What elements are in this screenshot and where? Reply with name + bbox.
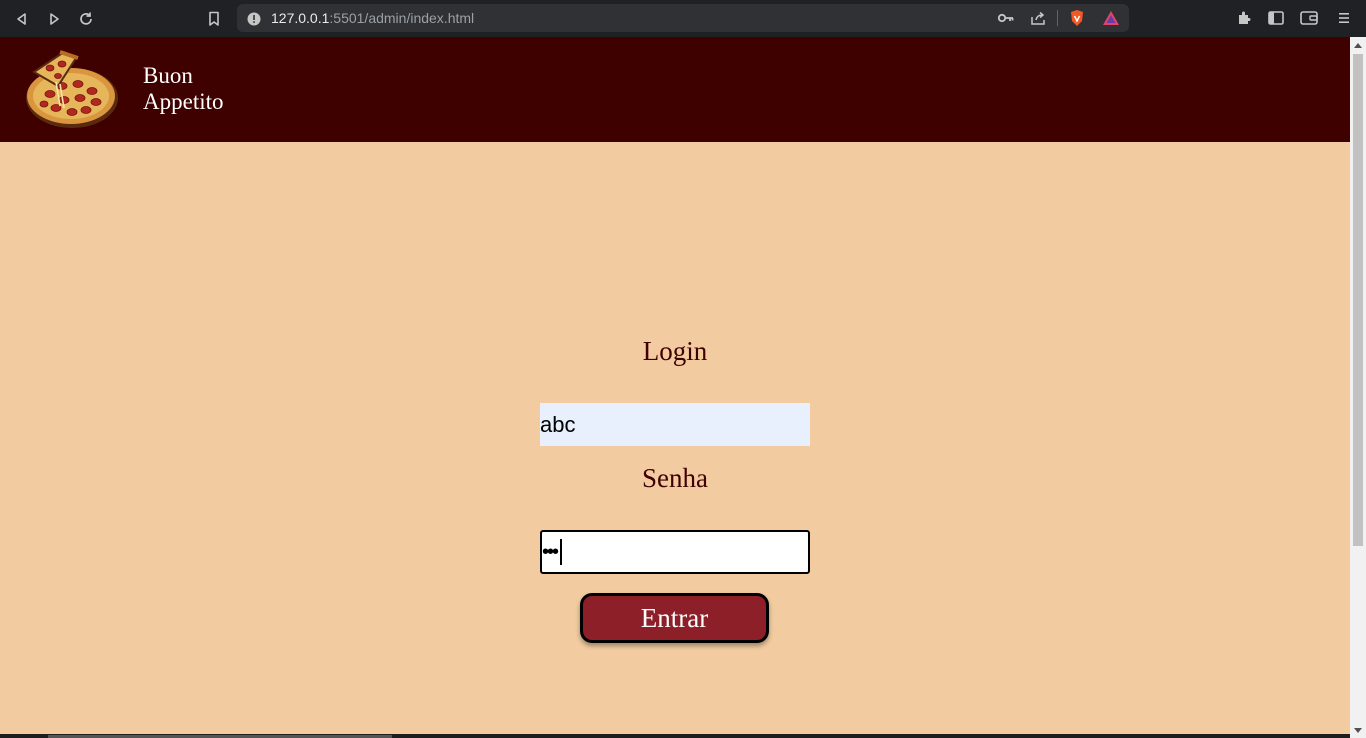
login-label: Login — [642, 336, 708, 366]
senha-input[interactable]: ••• — [540, 530, 810, 574]
reload-icon[interactable] — [75, 8, 97, 30]
address-bar[interactable]: 127.0.0.1:5501/admin/index.html — [237, 4, 1129, 32]
scroll-up-arrow-icon[interactable] — [1350, 37, 1366, 53]
scroll-thumb[interactable] — [1353, 54, 1363, 546]
site-header: Buon Appetito — [0, 37, 1350, 142]
url-text[interactable]: 127.0.0.1:5501/admin/index.html — [271, 10, 474, 26]
scroll-down-arrow-icon[interactable] — [1350, 722, 1366, 738]
back-icon[interactable] — [11, 8, 33, 30]
login-input-value: abc — [540, 411, 576, 437]
text-caret — [560, 539, 563, 565]
url-host: 127.0.0.1 — [271, 10, 330, 26]
brand-name[interactable]: Buon Appetito — [143, 63, 224, 115]
info-icon[interactable] — [247, 11, 261, 30]
browser-toolbar: 127.0.0.1:5501/admin/index.html — [0, 0, 1366, 37]
bookmark-icon[interactable] — [203, 8, 225, 30]
submit-button[interactable]: Entrar — [580, 593, 769, 643]
extensions-icon[interactable] — [1234, 8, 1254, 28]
page-scrollbar[interactable] — [1350, 37, 1366, 738]
login-input[interactable]: abc — [540, 403, 810, 446]
brand-line-2: Appetito — [143, 89, 224, 114]
key-icon[interactable] — [997, 9, 1015, 27]
senha-label: Senha — [642, 463, 708, 493]
sidebar-icon[interactable] — [1266, 8, 1286, 28]
bottom-strip — [0, 734, 1350, 738]
forward-icon[interactable] — [43, 8, 65, 30]
menu-icon[interactable] — [1334, 8, 1354, 28]
url-path: :5501/admin/index.html — [329, 10, 475, 26]
wallet-icon[interactable] — [1299, 8, 1319, 28]
url-separator — [1057, 10, 1058, 26]
senha-masked-value: ••• — [542, 541, 559, 563]
pizza-logo[interactable] — [20, 46, 120, 130]
brave-rewards-icon[interactable] — [1102, 9, 1120, 27]
brave-shield-icon[interactable] — [1068, 9, 1086, 27]
share-icon[interactable] — [1029, 9, 1047, 27]
brand-line-1: Buon — [143, 63, 193, 88]
